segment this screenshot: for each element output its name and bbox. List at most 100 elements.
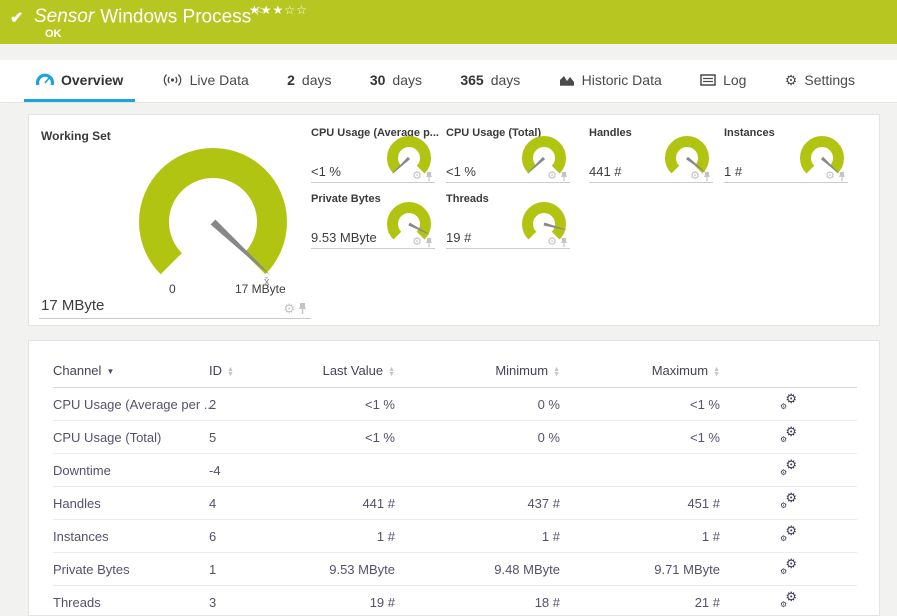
channels-table: Channel ▼ ID ▲ ▼ Last Value ▲ ▼ Minimum ▲ ▼ Max… xyxy=(53,357,857,616)
gauge-cell-threads[interactable]: Threads 19 # ⚙ xyxy=(446,193,570,249)
channel-maximum: 1 # xyxy=(560,519,720,553)
channel-settings-icon[interactable]: ⚙ ⚙ xyxy=(780,392,797,411)
pin-icon[interactable] xyxy=(560,171,568,182)
column-header-maximum[interactable]: Maximum ▲ ▼ xyxy=(560,357,720,388)
star-filled-icon[interactable]: ★ xyxy=(261,3,273,17)
channel-minimum: 437 # xyxy=(395,486,560,520)
table-row: Threads 3 19 # 18 # 21 # ⚙ ⚙ xyxy=(53,585,857,616)
gauge-cell-cpu-average[interactable]: CPU Usage (Average p... <1 % ⚙ xyxy=(311,127,439,183)
tab-label: Settings xyxy=(804,71,855,88)
gauge-channel-name: Handles xyxy=(589,127,632,139)
sensor-type-label: Sensor xyxy=(34,6,95,28)
tab-label: Live Data xyxy=(189,71,249,88)
channel-minimum: 0 % xyxy=(395,420,560,454)
sort-icon: ▲ ▼ xyxy=(227,365,234,378)
table-header-row: Channel ▼ ID ▲ ▼ Last Value ▲ ▼ Minimum ▲ ▼ Max… xyxy=(53,357,857,388)
pin-icon[interactable] xyxy=(425,237,433,248)
channel-id: 5 xyxy=(209,420,305,454)
gear-icon[interactable]: ⚙ xyxy=(412,237,422,248)
page-title: Sensor Windows Process ⚐ xyxy=(34,5,265,28)
gauges-panel: Working Set 0 17 MByte x̄ 17 MByte ⚙ CPU… xyxy=(28,114,880,326)
sensor-header: ✔ Sensor Windows Process ⚐ ★★★☆☆ OK xyxy=(0,0,897,44)
tab-historic-data[interactable]: Historic Data xyxy=(547,60,674,102)
gauge-cell-cpu-total[interactable]: CPU Usage (Total) <1 % ⚙ xyxy=(446,127,570,183)
gauge-value: 441 # xyxy=(589,164,622,179)
sort-icon: ▲ ▼ xyxy=(553,365,560,378)
gear-icon[interactable]: ⚙ xyxy=(412,171,422,182)
pin-icon[interactable] xyxy=(703,171,711,182)
tab-overview[interactable]: Overview xyxy=(24,60,136,102)
gauge-cell-private-bytes[interactable]: Private Bytes 9.53 MByte ⚙ xyxy=(311,193,435,249)
gauge-icon xyxy=(36,73,54,86)
table-row: Instances 6 1 # 1 # 1 # ⚙ ⚙ xyxy=(53,519,857,553)
table-row: CPU Usage (Total) 5 <1 % 0 % <1 % ⚙ ⚙ xyxy=(53,420,857,454)
column-header-channel[interactable]: Channel ▼ xyxy=(53,357,209,388)
tab-365-days[interactable]: 365 days xyxy=(448,60,532,102)
tab-30-days[interactable]: 30 days xyxy=(358,60,434,102)
tab-number: 365 xyxy=(460,71,484,88)
gear-icon[interactable]: ⚙ xyxy=(283,302,295,315)
channel-id: 2 xyxy=(209,387,305,421)
gauge-cell-working-set[interactable]: Working Set 0 17 MByte x̄ 17 MByte ⚙ xyxy=(39,121,311,319)
pin-icon[interactable] xyxy=(425,171,433,182)
channel-id: 1 xyxy=(209,552,305,586)
channel-name: Private Bytes xyxy=(53,552,209,586)
gauge-cell-instances[interactable]: Instances 1 # ⚙ xyxy=(724,127,848,183)
channel-last-value: <1 % xyxy=(305,420,395,454)
gauge-cell-handles[interactable]: Handles 441 # ⚙ xyxy=(589,127,713,183)
channel-maximum: 21 # xyxy=(560,585,720,616)
star-filled-icon[interactable]: ★ xyxy=(273,3,285,17)
channel-minimum: 18 # xyxy=(395,585,560,616)
gear-icon[interactable]: ⚙ xyxy=(547,171,557,182)
channel-settings-icon[interactable]: ⚙ ⚙ xyxy=(780,458,797,477)
channel-settings-icon[interactable]: ⚙ ⚙ xyxy=(780,524,797,543)
pin-icon[interactable] xyxy=(298,302,307,315)
broadcast-icon xyxy=(163,73,181,86)
channel-settings-icon[interactable]: ⚙ ⚙ xyxy=(780,590,797,609)
pin-icon[interactable] xyxy=(560,237,568,248)
channel-settings-icon[interactable]: ⚙ ⚙ xyxy=(780,425,797,444)
channel-name: CPU Usage (Total) xyxy=(53,420,209,454)
gauge-scale-max: 17 MByte xyxy=(235,282,286,296)
channel-minimum: 0 % xyxy=(395,387,560,421)
tab-settings[interactable]: ⚙ Settings xyxy=(773,60,867,102)
tab-live-data[interactable]: Live Data xyxy=(150,60,261,102)
channel-last-value: 9.53 MByte xyxy=(305,552,395,586)
table-row: Downtime -4 ⚙ ⚙ xyxy=(53,453,857,487)
star-rating[interactable]: ★★★☆☆ xyxy=(249,3,308,17)
channel-maximum: 451 # xyxy=(560,486,720,520)
star-empty-icon[interactable]: ☆ xyxy=(296,3,308,17)
channel-minimum: 1 # xyxy=(395,519,560,553)
channel-last-value: 19 # xyxy=(305,585,395,616)
tab-log[interactable]: Log xyxy=(688,60,758,102)
gear-icon[interactable]: ⚙ xyxy=(547,237,557,248)
gear-icon[interactable]: ⚙ xyxy=(825,171,835,182)
star-filled-icon[interactable]: ★ xyxy=(249,3,261,17)
tab-2-days[interactable]: 2 days xyxy=(275,60,343,102)
sort-icon: ▲ ▼ xyxy=(713,365,720,378)
channel-id: 3 xyxy=(209,585,305,616)
channel-settings-icon[interactable]: ⚙ ⚙ xyxy=(780,557,797,576)
pin-icon[interactable] xyxy=(838,171,846,182)
status-check-icon: ✔ xyxy=(10,10,24,27)
gauge-value: 17 MByte xyxy=(41,297,105,314)
channel-name: Instances xyxy=(53,519,209,553)
sort-desc-icon: ▼ xyxy=(106,367,115,376)
star-empty-icon[interactable]: ☆ xyxy=(284,3,296,17)
table-row: Handles 4 441 # 437 # 451 # ⚙ ⚙ xyxy=(53,486,857,520)
gauge-dial xyxy=(139,147,287,276)
column-header-last-value[interactable]: Last Value ▲ ▼ xyxy=(305,357,395,388)
gauge-value: 19 # xyxy=(446,230,472,245)
gauge-mean-marker: x̄ xyxy=(264,276,270,288)
channel-maximum xyxy=(560,453,720,487)
gauge-scale-min: 0 xyxy=(169,282,176,296)
channel-maximum: <1 % xyxy=(560,420,720,454)
channel-id: 6 xyxy=(209,519,305,553)
column-header-id[interactable]: ID ▲ ▼ xyxy=(209,357,305,388)
column-header-minimum[interactable]: Minimum ▲ ▼ xyxy=(395,357,560,388)
tab-label: Log xyxy=(723,71,747,88)
gear-icon[interactable]: ⚙ xyxy=(690,171,700,182)
channel-settings-icon[interactable]: ⚙ ⚙ xyxy=(780,491,797,510)
tab-number: 30 xyxy=(369,71,386,88)
gauge-value: 9.53 MByte xyxy=(311,230,377,245)
